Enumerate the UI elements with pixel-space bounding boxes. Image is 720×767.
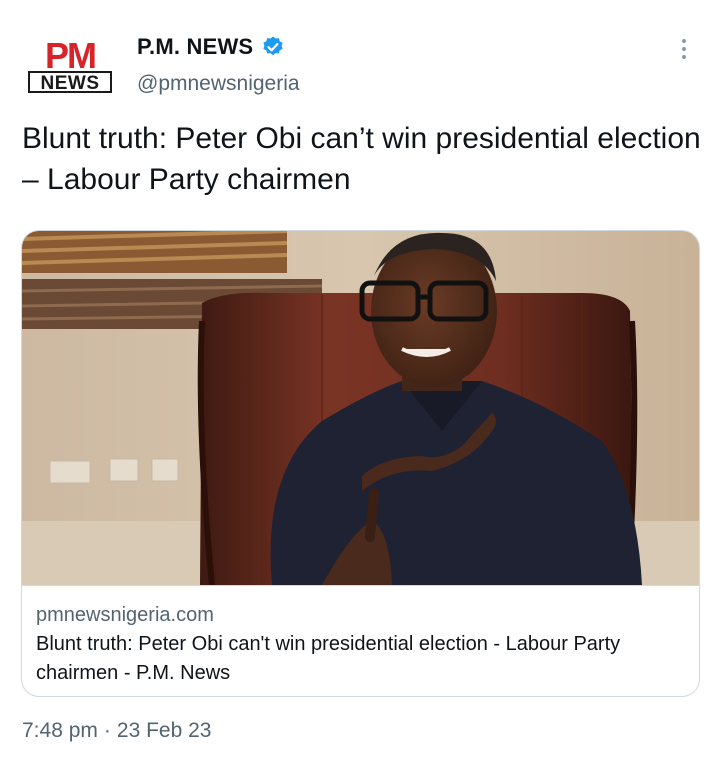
tweet-date[interactable]: 23 Feb 23 [117,719,212,742]
meta-separator: · [103,719,111,742]
author-name-row[interactable]: P.M. NEWS [137,34,285,60]
author-handle[interactable]: @pmnewsnigeria [137,72,300,96]
tweet-text: Blunt truth: Peter Obi can’t win preside… [22,122,701,196]
card-footer[interactable]: pmnewsnigeria.com Blunt truth: Peter Obi… [22,585,699,696]
link-card[interactable]: pmnewsnigeria.com Blunt truth: Peter Obi… [21,230,700,697]
logo-bottom-text: NEWS [41,73,100,94]
tweet-timestamp[interactable]: 7:48 pm · 23 Feb 23 [22,719,211,743]
display-name[interactable]: P.M. NEWS [137,34,253,60]
verified-badge-icon [261,35,285,59]
card-image[interactable] [22,231,699,585]
tweet-time[interactable]: 7:48 pm [22,719,98,742]
pm-news-logo: PM NEWS [28,35,112,94]
tweet: PM NEWS P.M. NEWS @pmnewsnigeria Blunt t… [0,0,720,767]
card-title[interactable]: Blunt truth: Peter Obi can't win preside… [36,630,686,688]
more-vertical-icon[interactable] [671,36,697,62]
card-domain[interactable]: pmnewsnigeria.com [36,604,214,627]
logo-top-text: PM [45,38,95,76]
avatar[interactable]: PM NEWS [26,35,114,96]
